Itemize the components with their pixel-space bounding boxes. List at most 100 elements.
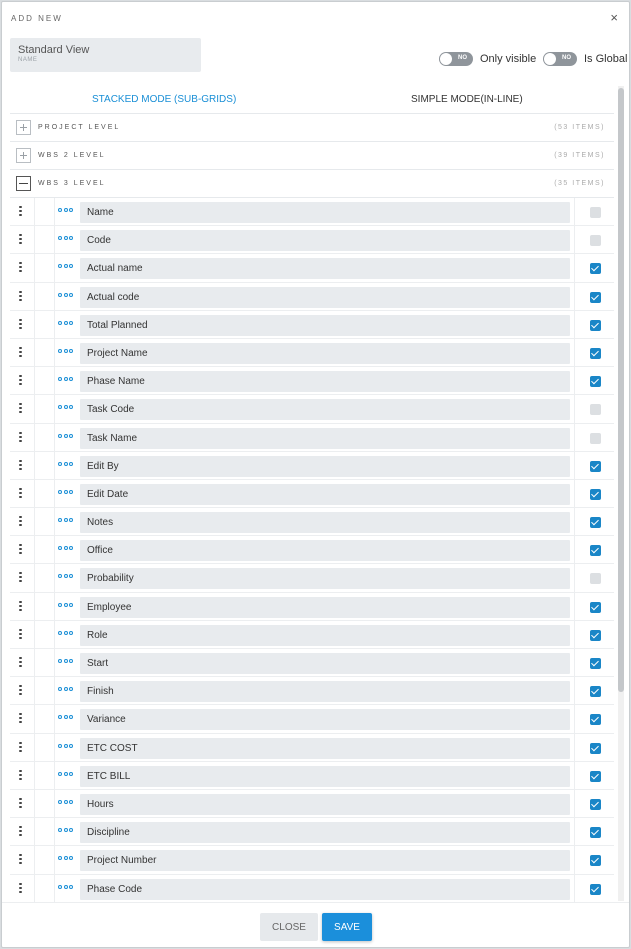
collapse-minus-icon[interactable] — [16, 176, 31, 191]
visible-checkbox[interactable] — [590, 601, 601, 613]
more-options-icon[interactable] — [58, 377, 75, 382]
field-name-input[interactable]: Phase Code — [80, 878, 570, 900]
drag-handle-icon[interactable] — [19, 206, 22, 218]
more-options-icon[interactable] — [58, 828, 75, 833]
more-options-icon[interactable] — [58, 518, 75, 523]
save-button[interactable]: SAVE — [322, 913, 372, 941]
visible-checkbox[interactable] — [590, 855, 601, 867]
close-button[interactable]: CLOSE — [260, 913, 318, 941]
drag-handle-icon[interactable] — [19, 346, 22, 359]
more-options-icon[interactable] — [58, 292, 75, 297]
visible-checkbox[interactable] — [590, 235, 601, 247]
visible-checkbox[interactable] — [590, 488, 601, 500]
field-name-input[interactable]: Total Planned — [80, 314, 570, 336]
drag-handle-icon[interactable] — [19, 572, 22, 584]
drag-handle-icon[interactable] — [19, 628, 22, 641]
expand-plus-icon[interactable] — [16, 120, 31, 135]
drag-handle-icon[interactable] — [19, 403, 22, 415]
drag-handle-icon[interactable] — [19, 685, 22, 697]
drag-handle-icon[interactable] — [19, 657, 22, 669]
visible-checkbox[interactable] — [590, 207, 601, 218]
field-name-input[interactable]: Notes — [80, 512, 570, 534]
field-name-input[interactable]: Task Code — [80, 399, 570, 421]
more-options-icon[interactable] — [58, 574, 75, 579]
visible-checkbox[interactable] — [590, 798, 601, 810]
more-options-icon[interactable] — [58, 771, 75, 776]
tab-stacked-mode[interactable]: STACKED MODE (SUB-GRIDS) — [92, 94, 236, 105]
field-name-input[interactable]: Name — [80, 202, 570, 223]
visible-checkbox[interactable] — [590, 883, 601, 895]
scrollbar-thumb[interactable] — [618, 88, 624, 692]
more-options-icon[interactable] — [58, 743, 75, 748]
field-name-input[interactable]: Employee — [80, 596, 570, 618]
visible-checkbox[interactable] — [590, 629, 601, 641]
drag-handle-icon[interactable] — [19, 516, 22, 528]
drag-handle-icon[interactable] — [19, 882, 22, 895]
drag-handle-icon[interactable] — [19, 713, 22, 725]
visible-checkbox[interactable] — [590, 432, 601, 444]
field-name-input[interactable]: Start — [80, 653, 570, 674]
drag-handle-icon[interactable] — [19, 234, 22, 246]
field-name-input[interactable]: Code — [80, 230, 570, 252]
visible-checkbox[interactable] — [590, 376, 601, 388]
more-options-icon[interactable] — [58, 348, 75, 353]
visible-checkbox[interactable] — [590, 319, 601, 331]
tab-simple-mode[interactable]: SIMPLE MODE(IN-LINE) — [411, 94, 523, 105]
more-options-icon[interactable] — [58, 236, 75, 241]
more-options-icon[interactable] — [58, 799, 75, 804]
expand-plus-icon[interactable] — [16, 148, 31, 163]
field-name-input[interactable]: Office — [80, 540, 570, 562]
field-name-input[interactable]: Task Name — [80, 427, 570, 449]
more-options-icon[interactable] — [58, 602, 75, 607]
visible-checkbox[interactable] — [590, 573, 601, 585]
more-options-icon[interactable] — [58, 320, 75, 325]
is-global-toggle[interactable]: NO — [543, 52, 577, 66]
visible-checkbox[interactable] — [590, 404, 601, 416]
field-name-input[interactable]: Probability — [80, 568, 570, 590]
drag-handle-icon[interactable] — [19, 797, 22, 810]
field-name-input[interactable]: Actual code — [80, 286, 570, 308]
more-options-icon[interactable] — [58, 856, 75, 861]
drag-handle-icon[interactable] — [19, 487, 22, 500]
more-options-icon[interactable] — [58, 630, 75, 635]
field-name-input[interactable]: Finish — [80, 681, 570, 703]
drag-handle-icon[interactable] — [19, 262, 22, 274]
more-options-icon[interactable] — [58, 264, 75, 269]
more-options-icon[interactable] — [58, 884, 75, 889]
more-options-icon[interactable] — [58, 489, 75, 494]
field-name-input[interactable]: ETC COST — [80, 737, 570, 759]
field-name-input[interactable]: Hours — [80, 793, 570, 815]
more-options-icon[interactable] — [58, 461, 75, 466]
visible-checkbox[interactable] — [590, 460, 601, 472]
level-row-project[interactable]: PROJECT LEVEL (53 ITEMS) — [10, 114, 614, 142]
visible-checkbox[interactable] — [590, 686, 601, 698]
visible-checkbox[interactable] — [590, 742, 601, 754]
drag-handle-icon[interactable] — [19, 826, 22, 838]
visible-checkbox[interactable] — [590, 770, 601, 782]
drag-handle-icon[interactable] — [19, 459, 22, 472]
drag-handle-icon[interactable] — [19, 854, 22, 866]
field-name-input[interactable]: Project Name — [80, 342, 570, 364]
close-icon[interactable]: × — [610, 10, 618, 25]
drag-handle-icon[interactable] — [19, 741, 22, 754]
level-row-wbs2[interactable]: WBS 2 LEVEL (39 ITEMS) — [10, 142, 614, 170]
visible-checkbox[interactable] — [590, 658, 601, 669]
only-visible-toggle[interactable]: NO — [439, 52, 473, 66]
more-options-icon[interactable] — [58, 546, 75, 551]
more-options-icon[interactable] — [58, 687, 75, 692]
visible-checkbox[interactable] — [590, 347, 601, 359]
visible-checkbox[interactable] — [590, 714, 601, 726]
level-row-wbs3[interactable]: WBS 3 LEVEL (35 ITEMS) — [10, 170, 614, 198]
visible-checkbox[interactable] — [590, 827, 601, 839]
field-name-input[interactable]: Edit By — [80, 455, 570, 477]
field-name-input[interactable]: ETC BILL — [80, 765, 570, 787]
drag-handle-icon[interactable] — [19, 769, 22, 782]
visible-checkbox[interactable] — [590, 263, 601, 275]
more-options-icon[interactable] — [58, 405, 75, 410]
field-name-input[interactable]: Variance — [80, 709, 570, 731]
visible-checkbox[interactable] — [590, 517, 601, 529]
drag-handle-icon[interactable] — [19, 600, 22, 613]
drag-handle-icon[interactable] — [19, 290, 22, 303]
drag-handle-icon[interactable] — [19, 431, 22, 444]
field-name-input[interactable]: Phase Name — [80, 371, 570, 393]
